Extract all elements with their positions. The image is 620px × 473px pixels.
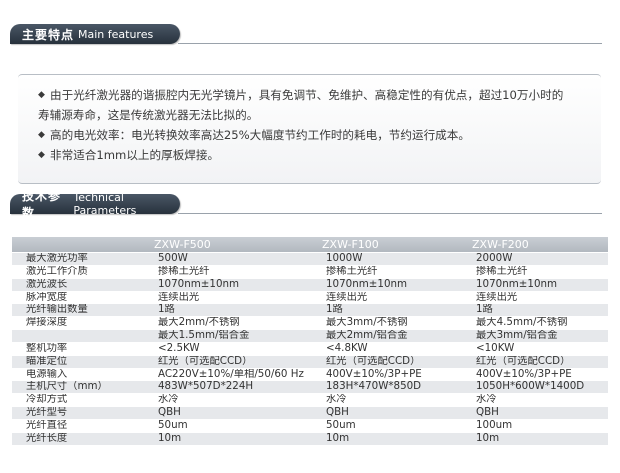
table-cell: 1000W [322, 252, 472, 266]
feature-item: ◆ 由于光纤激光器的谐振腔内无光学镜片，具有免调节、免维护、高稳定性的有优点，超… [38, 85, 593, 105]
table-cell: 1路 [472, 303, 608, 318]
table-row: 最大1.5mm/铝合金 最大2mm/铝合金 最大3mm/铝合金 [12, 329, 608, 343]
table-row: 激光波长 1070nm±10nm 1070nm±10nm 1070nm±10nm [12, 278, 608, 292]
table-cell: 2000W [472, 252, 608, 266]
row-label: 最大激光功率 [12, 252, 154, 266]
table-cell: 最大2mm/铝合金 [322, 329, 472, 343]
table-cell: 红光（可选配CCD） [472, 355, 608, 369]
table-cell: 红光（可选配CCD） [322, 355, 472, 369]
divider [178, 43, 602, 44]
diamond-bullet-icon: ◆ [38, 90, 45, 100]
row-label: 光纤输出数量 [12, 303, 154, 318]
table-row: 主机尺寸（mm） 483W*507D*224H 183H*470W*850D 1050… [12, 380, 608, 395]
feature-item-continued: 寿辅源寿命，这是传统激光器无法比拟的。 [38, 108, 259, 122]
diamond-bullet-icon: ◆ [38, 150, 45, 160]
features-box: ◆ 由于光纤激光器的谐振腔内无光学镜片，具有免调节、免维护、高稳定性的有优点，超… [18, 74, 601, 184]
table-cell: 掺稀土光纤 [472, 265, 608, 279]
features-list: ◆ 由于光纤激光器的谐振腔内无光学镜片，具有免调节、免维护、高稳定性的有优点，超… [18, 75, 601, 165]
table-row: 激光工作介质 掺稀土光纤 掺稀土光纤 掺稀土光纤 [12, 265, 608, 279]
table-cell: 10m [154, 432, 322, 446]
table-cell: 500W [154, 252, 322, 266]
main-features-title-cn: 主要特点 [22, 27, 75, 42]
diamond-bullet-icon: ◆ [38, 130, 45, 140]
table-row: 光纤型号 QBH QBH QBH [12, 406, 608, 420]
table-cell: 1050H*600W*1400D [472, 380, 608, 395]
table-cell: 最大1.5mm/铝合金 [154, 329, 322, 343]
table-cell: 183H*470W*850D [322, 380, 472, 395]
table-cell: 连续出光 [472, 291, 608, 305]
technical-parameters-title-en: Technical Parameters [73, 191, 137, 217]
table-cell: 100um [472, 419, 608, 433]
table-cell: QBH [154, 406, 322, 420]
table-cell: 连续出光 [154, 291, 322, 305]
divider [178, 213, 602, 214]
table-cell: 1路 [322, 303, 472, 318]
row-label: 冷却方式 [12, 393, 154, 408]
table-row: 冷却方式 水冷 水冷 水冷 [12, 393, 608, 408]
table-cell: 最大3mm/铝合金 [472, 329, 608, 343]
table-cell: QBH [322, 406, 472, 420]
table-cell: 1路 [154, 303, 322, 318]
table-cell: 水冷 [154, 393, 322, 408]
table-cell: 10m [322, 432, 472, 446]
table-row: 焊接深度 最大2mm/不锈钢 最大3mm/不锈钢 最大4.5mm/不锈钢 [12, 316, 608, 331]
row-label: 脉冲宽度 [12, 291, 154, 305]
table-cell: 最大4.5mm/不锈钢 [472, 316, 608, 331]
header-label-cell [12, 237, 154, 253]
table-cell: 10m [472, 432, 608, 446]
table-row: 光纤直径 50um 50um 100um [12, 419, 608, 433]
table-cell: 水冷 [322, 393, 472, 408]
column-header: ZXW-F200 [472, 237, 608, 253]
table-cell: 1070nm±10nm [154, 278, 322, 292]
table-row: 脉冲宽度 连续出光 连续出光 连续出光 [12, 291, 608, 305]
column-header: ZXW-F500 [154, 237, 322, 253]
table-row: 光纤输出数量 1路 1路 1路 [12, 303, 608, 318]
main-features-header: 主要特点 Main features [10, 24, 180, 44]
table-cell: 红光（可选配CCD） [154, 355, 322, 369]
table-cell: 最大2mm/不锈钢 [154, 316, 322, 331]
technical-parameters-header: 技术参数 Technical Parameters [10, 189, 180, 220]
table-row: 光纤长度 10m 10m 10m [12, 432, 608, 446]
table-cell: 50um [154, 419, 322, 433]
table-cell: 400V±10%/3P+PE [322, 368, 472, 382]
feature-item: ◆ 非常适合1mm以上的厚板焊接。 [38, 145, 593, 165]
table-cell: 最大3mm/不锈钢 [322, 316, 472, 331]
table-cell: 连续出光 [322, 291, 472, 305]
table-row: 整机功率 <2.5KW <4.8KW <10KW [12, 342, 608, 356]
technical-parameters-title-cn: 技术参数 [22, 189, 62, 220]
row-label: 焊接深度 [12, 316, 154, 331]
table-cell: AC220V±10%/单相/50/60 Hz [154, 368, 322, 382]
table-cell: <10KW [472, 342, 608, 356]
table-cell: 400V±10%/3P+PE [472, 368, 608, 382]
table-cell: <4.8KW [322, 342, 472, 356]
table-cell: 483W*507D*224H [154, 380, 322, 395]
main-features-title-en: Main features [78, 27, 154, 41]
table-cell: 水冷 [472, 393, 608, 408]
row-label: 瞄准定位 [12, 355, 154, 369]
row-label: 光纤型号 [12, 406, 154, 420]
column-header: ZXW-F100 [322, 237, 472, 253]
row-label [12, 329, 154, 343]
table-row: 瞄准定位 红光（可选配CCD） 红光（可选配CCD） 红光（可选配CCD） [12, 355, 608, 369]
feature-item: ◆ 高的电光效率：电光转换效率高达25%大幅度节约工作时的耗电，节约运行成本。 [38, 125, 593, 145]
row-label: 光纤直径 [12, 419, 154, 433]
table-cell: 1070nm±10nm [322, 278, 472, 292]
table-cell: 50um [322, 419, 472, 433]
table-cell: 掺稀土光纤 [154, 265, 322, 279]
parameters-table: ZXW-F500 ZXW-F100 ZXW-F200 最大激光功率 500W 100… [12, 237, 608, 446]
row-label: 激光波长 [12, 278, 154, 292]
row-label: 电源输入 [12, 368, 154, 382]
table-header-row: ZXW-F500 ZXW-F100 ZXW-F200 [12, 237, 608, 253]
table-cell: 1070nm±10nm [472, 278, 608, 292]
table-cell: 掺稀土光纤 [322, 265, 472, 279]
table-cell: QBH [472, 406, 608, 420]
table-row: 最大激光功率 500W 1000W 2000W [12, 252, 608, 266]
row-label: 激光工作介质 [12, 265, 154, 279]
table-cell: <2.5KW [154, 342, 322, 356]
row-label: 光纤长度 [12, 432, 154, 446]
row-label: 整机功率 [12, 342, 154, 356]
row-label: 主机尺寸（mm） [12, 380, 154, 395]
table-row: 电源输入 AC220V±10%/单相/50/60 Hz 400V±10%/3P+PE… [12, 368, 608, 382]
